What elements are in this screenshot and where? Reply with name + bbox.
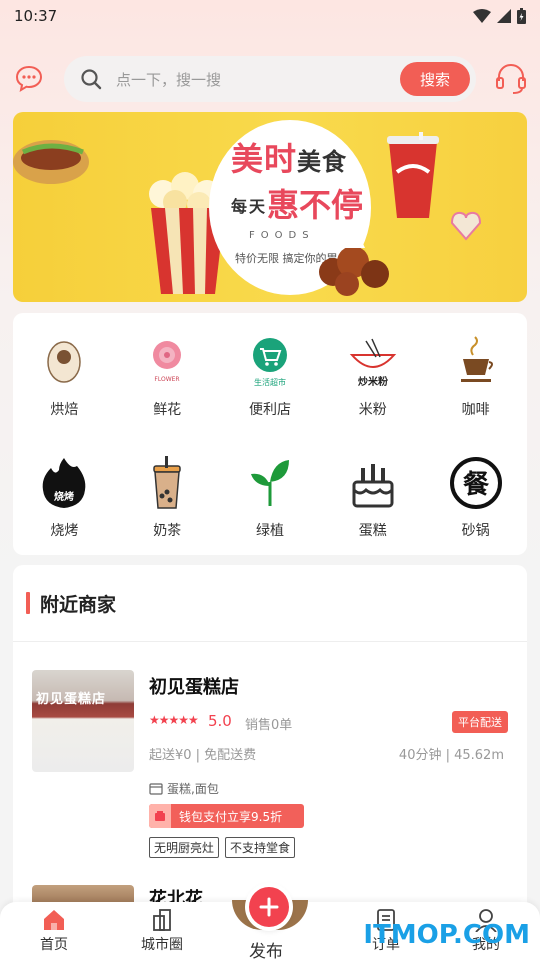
banner-subtitle-d: 惠不停 [267,186,364,224]
shop-category-row: 蛋糕,面包 [149,780,219,797]
rating-score: 5.0 [208,712,232,730]
category-grid: 烘焙 FLOWER 鲜花 生活超市 便利店 炒米粉 米粉 咖啡 烧烤 烧烤 奶茶… [13,313,527,555]
section-header: 附近商家 [13,565,527,642]
snack-illustration [319,222,389,296]
category-label: 奶茶 [153,523,182,539]
category-convenience[interactable]: 生活超市 便利店 [219,313,322,434]
search-box[interactable]: 点一下，搜一搜 搜索 [64,56,476,102]
status-time: 10:37 [14,7,58,25]
wifi-icon [473,9,491,23]
tab-label: 城市圈 [141,937,183,953]
status-icons [473,8,526,24]
cookie-illustration [450,211,482,241]
publish-button[interactable] [249,887,289,927]
tab-city-circle[interactable]: 城市圈 [122,908,202,954]
building-icon [153,909,171,931]
customer-service-icon[interactable] [494,62,528,96]
category-label: 鲜花 [153,402,182,418]
wallet-icon [149,804,171,828]
flower-icon: FLOWER [153,341,182,383]
home-icon [44,910,64,930]
banner-subtitle: 每天惠不停 [231,180,363,226]
delivery-fee: 起送¥0 | 免配送费 [149,748,257,763]
coffee-icon [460,336,493,382]
hotdog-illustration [13,140,89,184]
shop-labels: 无明厨亮灶 不支持堂食 [149,837,296,858]
shop-image: 初见蛋糕店 [32,670,134,772]
section-accent-bar [26,592,30,614]
shop-icon [149,782,163,795]
cake-icon [352,464,394,508]
promo-text: 钱包支付立享9.5折 [179,809,283,824]
banner-title-part-a: 美时 [231,140,298,178]
barbecue-icon: 烧烤 [43,458,86,508]
category-card: 烘焙 FLOWER 鲜花 生活超市 便利店 炒米粉 米粉 咖啡 烧烤 烧烤 奶茶… [13,313,527,555]
status-bar: 10:37 [0,0,540,32]
category-coffee[interactable]: 咖啡 [424,313,527,434]
watermark: ITMOP.COM [363,920,530,950]
promo-badge: 钱包支付立享9.5折 [149,804,304,828]
category-label: 便利店 [248,402,291,418]
flower-icon-text: FLOWER [155,376,180,383]
convenience-store-icon: 生活超市 [252,338,287,387]
banner-subtitle-c1: 每 [231,197,248,216]
category-casserole[interactable]: 餐 砂锅 [424,434,527,555]
shop-name: 初见蛋糕店 [149,677,239,698]
category-label: 烧烤 [50,523,79,539]
plant-icon [250,460,289,506]
delivery-badge: 平台配送 [452,711,508,733]
banner-subtitle-c2: 天 [249,197,266,216]
category-rice-noodle[interactable]: 炒米粉 米粉 [321,313,424,434]
search-icon [81,69,102,90]
sales-count: 销售0单 [245,718,293,733]
category-milk-tea[interactable]: 奶茶 [116,434,219,555]
milk-tea-icon [153,456,181,509]
shop-label: 不支持堂食 [225,837,296,858]
rice-noodle-icon-text: 炒米粉 [358,375,388,388]
tab-home[interactable]: 首页 [14,908,94,954]
shop-category: 蛋糕,面包 [167,782,219,796]
promo-banner[interactable]: 美时美食 每天惠不停 FOODS 特价无限 搞定你的胃 [13,112,527,302]
banner-foods: FOODS [249,230,315,241]
search-input[interactable]: 点一下，搜一搜 [116,69,400,90]
plus-icon [259,897,279,917]
shop-image-sign: 初见蛋糕店 [36,692,107,707]
drink-cup-illustration [387,132,439,218]
bbq-icon-text: 烧烤 [54,490,74,503]
category-cake[interactable]: 蛋糕 [321,434,424,555]
casserole-icon: 餐 [449,457,502,509]
category-plant[interactable]: 绿植 [219,434,322,555]
search-button[interactable]: 搜索 [400,62,470,96]
section-title: 附近商家 [40,593,117,616]
message-icon[interactable] [14,64,44,94]
banner-title-part-b: 美食 [297,148,348,176]
rice-noodle-icon: 炒米粉 [349,338,396,388]
nearby-shops-card: 附近商家 初见蛋糕店 初见蛋糕店 ★★★★★ 5.0 销售0单 平台配送 起送¥… [13,565,527,925]
search-row: 点一下，搜一搜 搜索 [0,56,540,102]
cellular-icon [497,9,511,23]
casserole-icon-text: 餐 [463,470,490,500]
shop-label: 无明厨亮灶 [149,837,220,858]
category-baking[interactable]: 烘焙 [13,313,116,434]
delivery-distance: 40分钟 | 45.62m [398,748,504,763]
category-label: 米粉 [358,402,387,418]
category-label: 蛋糕 [358,523,387,539]
battery-icon [517,8,526,24]
category-label: 绿植 [255,523,284,539]
tab-label: 首页 [40,937,68,953]
category-label: 砂锅 [461,523,490,539]
publish-label: 发布 [249,942,283,960]
category-flower[interactable]: FLOWER 鲜花 [116,313,219,434]
baking-icon [47,341,82,383]
rating-stars: ★★★★★ [149,713,199,727]
category-label: 咖啡 [461,402,490,418]
banner-title: 美时美食 [231,134,347,180]
category-label: 烘焙 [50,402,79,418]
category-barbecue[interactable]: 烧烤 烧烤 [13,434,116,555]
convenience-icon-text: 生活超市 [254,377,286,387]
